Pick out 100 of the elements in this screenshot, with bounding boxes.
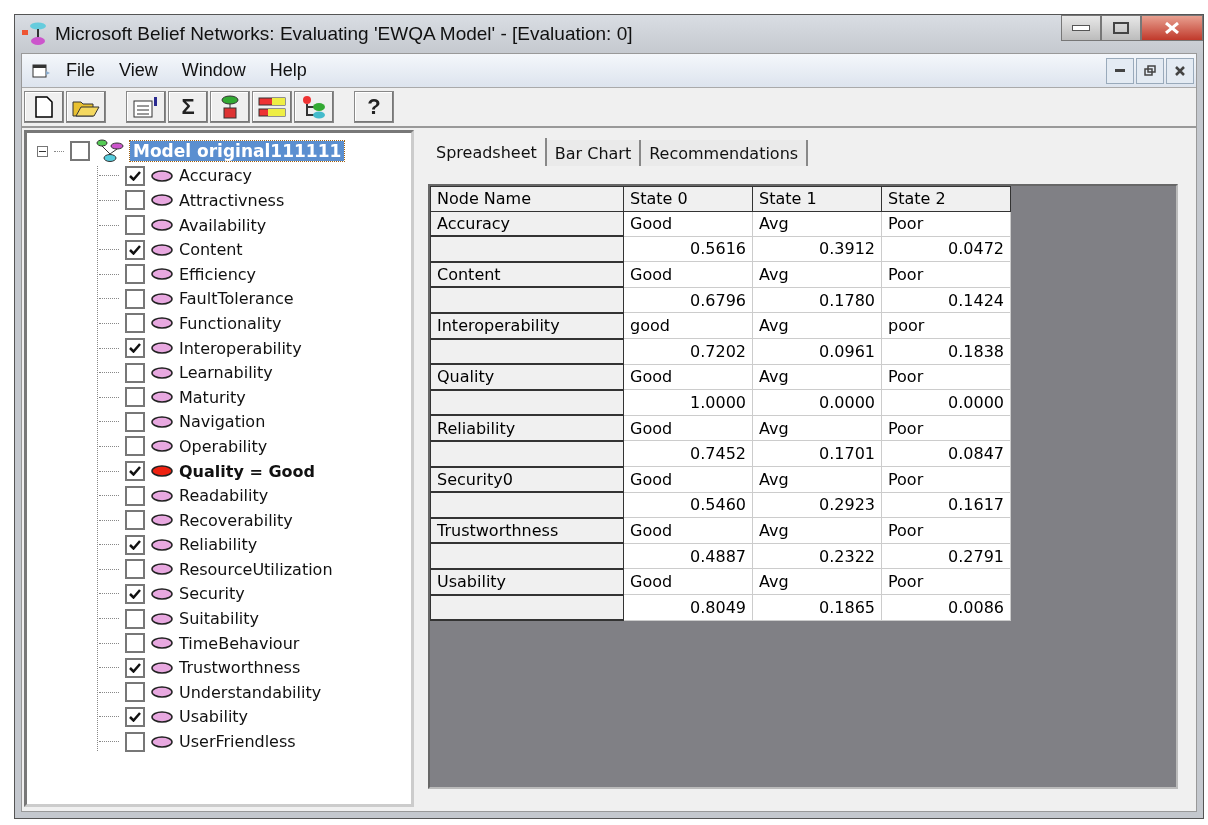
probability-cell: 0.2923 [752,492,882,518]
tree-item[interactable]: Suitability [179,609,260,629]
tree-item[interactable]: Trustworthness [179,658,301,678]
tree-item[interactable]: Understandability [179,682,322,702]
window-title: Microsoft Belief Networks: Evaluating 'EWQA Model' - [Evaluation: 0] [55,23,634,45]
new-file-icon [35,96,53,118]
tree-item[interactable]: FaultTolerance [179,289,294,309]
document-icon [32,61,52,80]
node-name-cell: Trustworthness [430,517,624,544]
checkbox[interactable] [125,313,145,334]
state-cell: Avg [752,312,882,339]
tree-item[interactable]: Quality = Good [179,461,315,481]
checkbox[interactable] [125,338,145,359]
checkbox[interactable] [125,190,145,211]
tree-item[interactable]: Recoverability [179,510,293,530]
probability-cell: 0.0961 [752,338,882,365]
node-name-cell: Quality [430,364,624,390]
node-icon [220,95,240,119]
checkbox[interactable] [125,362,145,383]
check-icon [129,170,141,181]
toolbar-button[interactable] [24,91,64,123]
checkbox[interactable] [125,411,145,432]
probability-cell: 0.0000 [881,389,1011,416]
check-icon [129,343,141,354]
tab[interactable]: Recommendations [641,140,809,166]
minimize-button[interactable] [1106,57,1134,84]
checkbox[interactable] [125,559,145,580]
tree-item[interactable]: Attractivness [179,191,285,210]
toolbar-button[interactable] [126,91,166,123]
checkbox[interactable] [125,239,145,260]
state-cell: Poor [881,415,1011,441]
checkbox[interactable] [125,215,145,236]
probability-cell: 0.1424 [881,287,1011,313]
tree-item[interactable]: Navigation [179,412,266,432]
toolbar-button[interactable] [252,91,292,123]
checkbox[interactable] [125,288,145,309]
checkbox[interactable] [125,461,145,481]
toolbar-button[interactable] [210,91,250,123]
checkbox[interactable] [125,436,145,457]
close-button[interactable] [1141,15,1203,41]
close-button[interactable] [1166,57,1194,84]
checkbox[interactable] [125,584,145,604]
toolbar-button[interactable] [294,91,334,123]
checkbox[interactable] [125,682,145,703]
maximize-icon [1113,22,1129,34]
column-header: State 1 [752,186,882,212]
menu-item[interactable]: File [56,58,105,83]
checkbox[interactable] [125,657,145,678]
minimize-icon [1072,25,1090,31]
node-name-cell: Content [430,261,624,288]
tree-item[interactable]: Content [179,240,243,260]
state-cell: Avg [752,211,882,237]
state-cell: Good [623,466,753,493]
checkbox[interactable] [125,165,145,186]
check-icon [129,244,141,255]
tree-item[interactable]: Efficiency [179,264,257,284]
toolbar-button[interactable]: Σ [168,91,208,123]
network-icon [96,139,124,164]
checkbox[interactable] [125,485,145,506]
tree-item[interactable]: Security [179,584,245,604]
checkbox[interactable] [125,387,145,408]
probability-cell: 0.1865 [752,594,882,621]
probability-cell: 0.7202 [623,338,753,365]
restore-button[interactable] [1136,57,1164,84]
checkbox[interactable] [125,706,145,727]
toolbar-button[interactable]: ? [354,91,394,123]
maximize-button[interactable] [1101,15,1141,41]
checkbox[interactable] [125,731,145,752]
tree-item[interactable]: Usability [179,707,249,727]
checkbox[interactable] [125,534,145,555]
menu-item[interactable]: Window [171,58,256,83]
tree-item[interactable]: Operability [179,436,268,456]
tree-item[interactable]: Accuracy [179,166,253,186]
checkbox[interactable] [125,264,145,285]
state-cell: Good [623,261,753,288]
tree-item[interactable]: UserFriendless [179,732,296,752]
minimize-button[interactable] [1061,15,1101,41]
tree-item[interactable]: Reliability [179,535,258,555]
menu-item[interactable]: View [109,58,168,83]
tree-item[interactable]: ResourceUtilization [179,559,333,579]
checkbox[interactable] [125,510,145,531]
tree-item[interactable]: Readability [179,486,269,506]
tree-item[interactable]: Maturity [179,387,246,407]
restore-icon [1144,65,1156,76]
probability-cell: 1.0000 [623,389,753,416]
state-cell: Good [623,364,753,390]
collapse-toggle[interactable] [37,145,48,157]
probability-cell: 0.5616 [623,236,753,262]
tree-item[interactable]: Functionality [179,313,282,333]
checkbox[interactable] [125,608,145,629]
checkbox[interactable] [125,633,145,654]
tree-item[interactable]: Interoperability [179,338,302,358]
menu-item[interactable]: Help [259,58,317,83]
probability-cell: 0.1617 [881,492,1011,518]
tree-item[interactable]: Learnability [179,363,273,383]
tree-item[interactable]: Availability [179,215,267,235]
checkbox[interactable] [70,141,90,162]
tab[interactable]: Bar Chart [546,140,642,166]
toolbar-button[interactable] [66,91,106,123]
tree-item[interactable]: TimeBehaviour [179,633,300,653]
